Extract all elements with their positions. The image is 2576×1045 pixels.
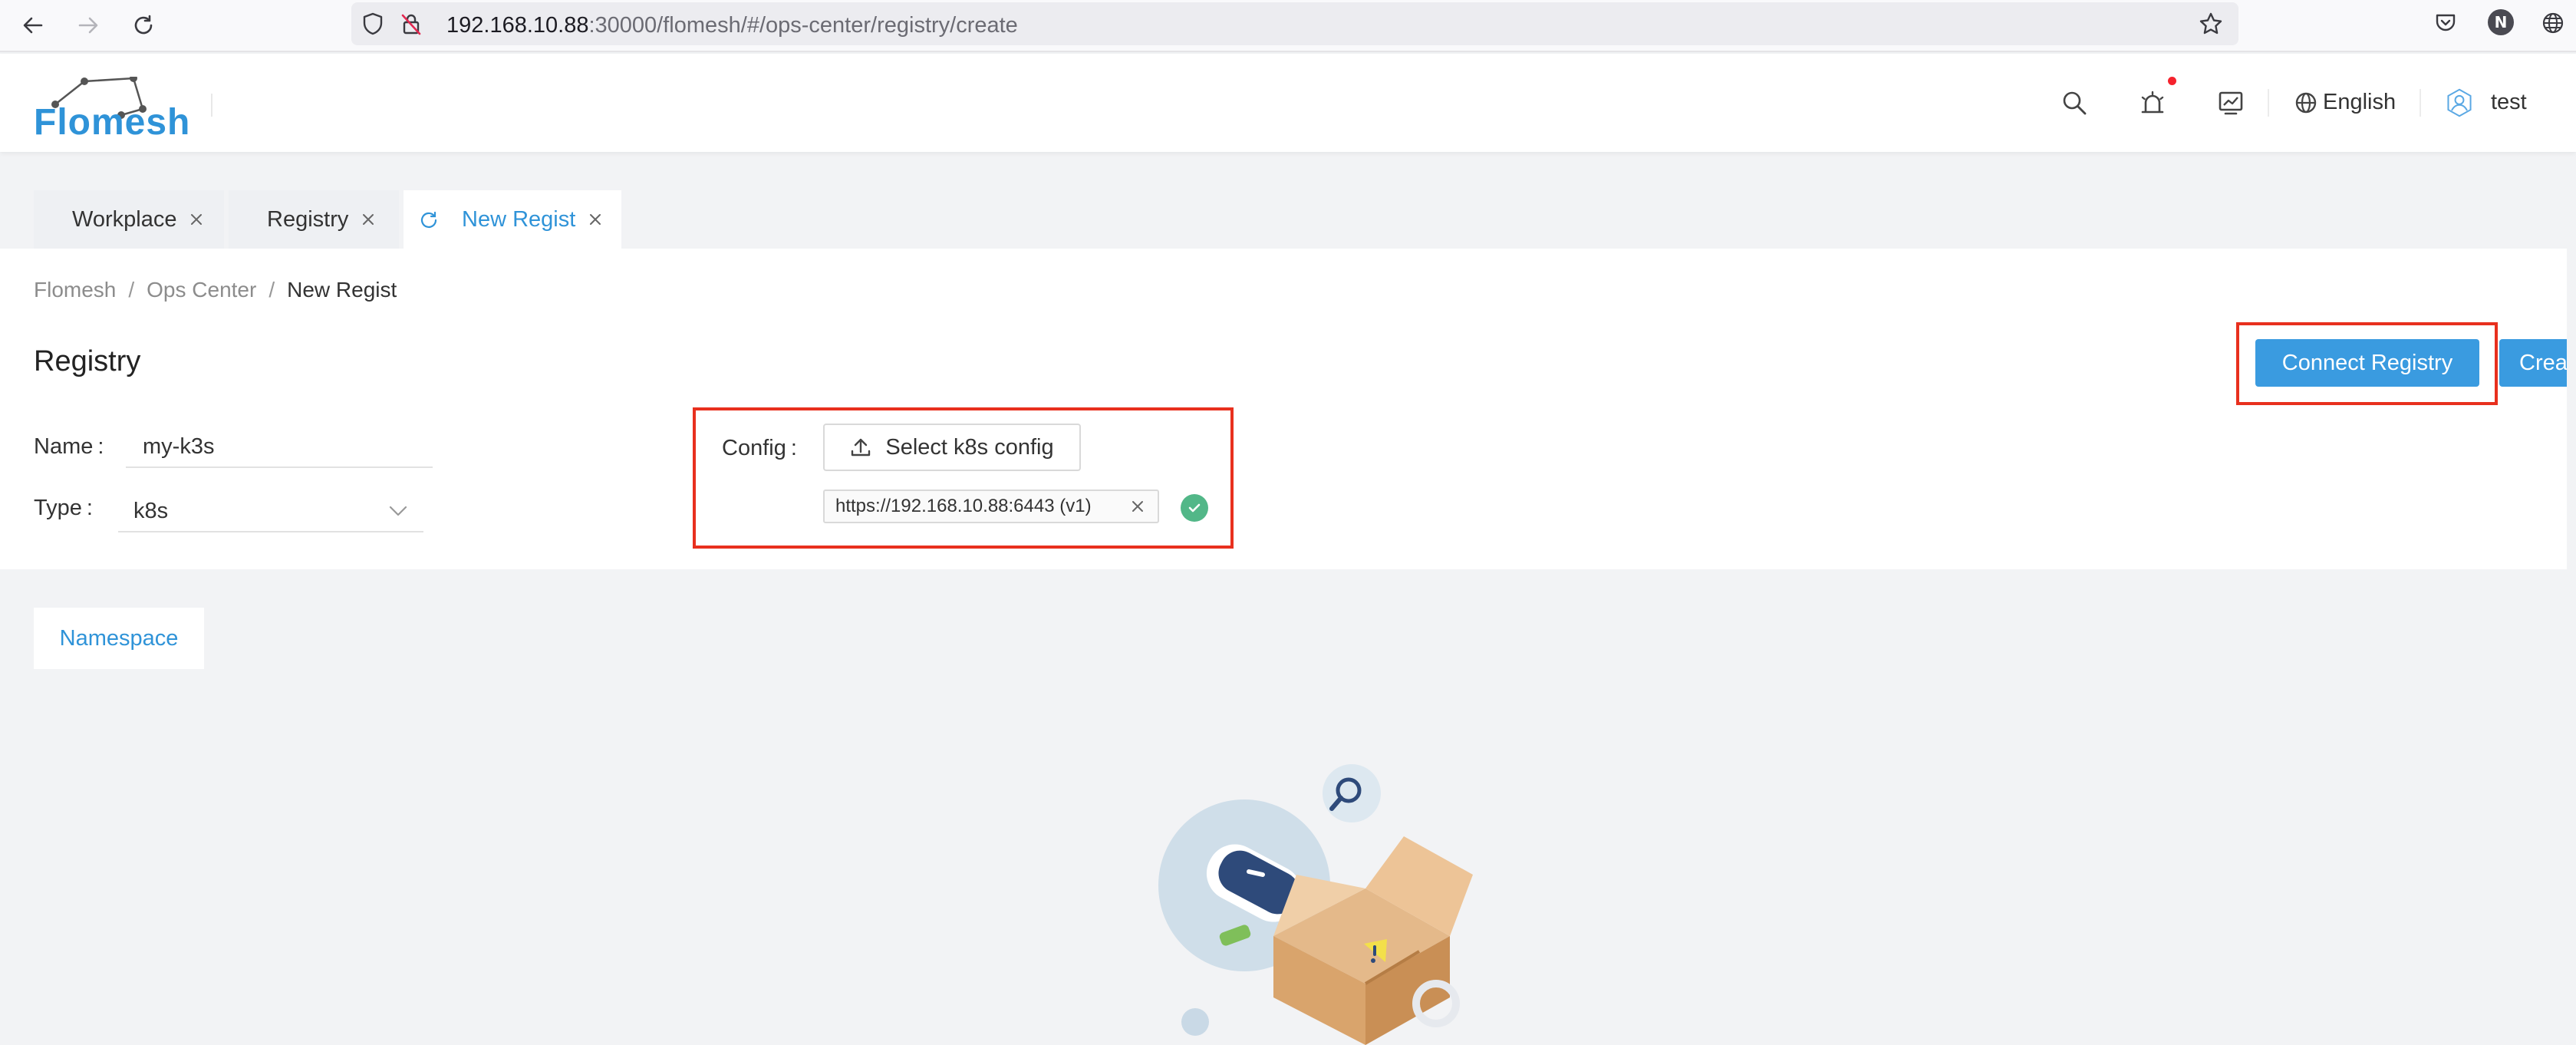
reload-icon xyxy=(134,15,153,35)
pocket-icon[interactable] xyxy=(2432,9,2459,37)
monitor-chart-icon[interactable] xyxy=(2215,87,2246,118)
tab-new-registry[interactable]: New Regist xyxy=(404,190,621,249)
type-label-text: Type xyxy=(34,496,82,520)
name-input[interactable] xyxy=(126,427,433,468)
reload-button[interactable] xyxy=(126,8,161,43)
url-host: 192.168.10.88 xyxy=(446,13,589,38)
address-bar[interactable]: 192.168.10.88:30000/flomesh/#/ops-center… xyxy=(351,2,2238,45)
registry-form-panel: Flomesh / Ops Center / New Regist Registry N… xyxy=(0,249,2567,569)
back-button[interactable] xyxy=(15,8,51,43)
close-icon[interactable] xyxy=(187,210,206,229)
breadcrumb-item[interactable]: Flomesh xyxy=(34,278,116,302)
breadcrumb-item[interactable]: Ops Center xyxy=(147,278,256,302)
notification-dot xyxy=(2168,77,2176,85)
tab-label: Registry xyxy=(267,206,349,232)
close-icon[interactable] xyxy=(586,210,604,229)
logo-text: Flomesh xyxy=(34,102,191,143)
tab-label: Workplace xyxy=(72,206,177,232)
create-button[interactable]: Create xyxy=(2499,339,2567,387)
forward-arrow-icon xyxy=(78,17,98,34)
type-select[interactable]: k8s xyxy=(118,490,423,532)
user-name[interactable]: test xyxy=(2491,90,2527,115)
insecure-lock-icon[interactable] xyxy=(399,12,423,36)
name-label-text: Name xyxy=(34,434,94,459)
profile-avatar[interactable]: N xyxy=(2488,9,2514,35)
breadcrumb: Flomesh / Ops Center / New Regist xyxy=(34,278,397,302)
url-text[interactable]: 192.168.10.88:30000/flomesh/#/ops-center… xyxy=(446,13,1018,38)
shield-icon[interactable] xyxy=(361,12,385,36)
user-avatar-icon[interactable] xyxy=(2444,87,2475,118)
page-title: Registry xyxy=(34,345,141,377)
bookmark-star-icon[interactable] xyxy=(2199,12,2223,36)
search-icon[interactable] xyxy=(2059,87,2090,118)
annotation-connect-highlight xyxy=(2236,322,2498,405)
alarm-icon[interactable] xyxy=(2137,87,2168,118)
tab-registry[interactable]: Registry xyxy=(229,190,399,249)
label-colon: : xyxy=(97,434,104,459)
right-edge-strip xyxy=(2567,203,2576,1045)
close-icon[interactable] xyxy=(359,210,377,229)
tab-workplace[interactable]: Workplace xyxy=(34,190,224,249)
chevron-down-icon xyxy=(389,506,407,516)
type-label: Type: xyxy=(34,496,93,521)
browser-toolbar: 192.168.10.88:30000/flomesh/#/ops-center… xyxy=(0,0,2576,52)
forward-button[interactable] xyxy=(71,8,106,43)
globe-extension-icon[interactable] xyxy=(2539,9,2567,37)
empty-box-illustration xyxy=(1158,764,1473,1045)
annotation-config-highlight xyxy=(693,407,1234,549)
breadcrumb-current: New Regist xyxy=(287,278,397,302)
header-divider xyxy=(2420,89,2421,117)
label-colon: : xyxy=(86,496,93,520)
loading-spinner-icon xyxy=(420,211,437,228)
breadcrumb-separator: / xyxy=(268,278,275,302)
tab-label: New Regist xyxy=(462,206,576,232)
tab-namespace[interactable]: Namespace xyxy=(34,608,204,669)
name-label: Name: xyxy=(34,434,104,460)
back-arrow-icon xyxy=(23,17,43,34)
globe-icon[interactable] xyxy=(2291,87,2321,118)
app-header: Flomesh English test xyxy=(0,54,2576,152)
type-select-value: k8s xyxy=(133,499,169,523)
logo-divider xyxy=(211,94,212,117)
header-divider xyxy=(2268,89,2269,117)
flomesh-logo[interactable]: Flomesh xyxy=(34,77,189,143)
url-path: :30000/flomesh/#/ops-center/registry/cre… xyxy=(588,13,1018,38)
language-selector[interactable]: English xyxy=(2323,90,2396,115)
breadcrumb-separator: / xyxy=(128,278,135,302)
